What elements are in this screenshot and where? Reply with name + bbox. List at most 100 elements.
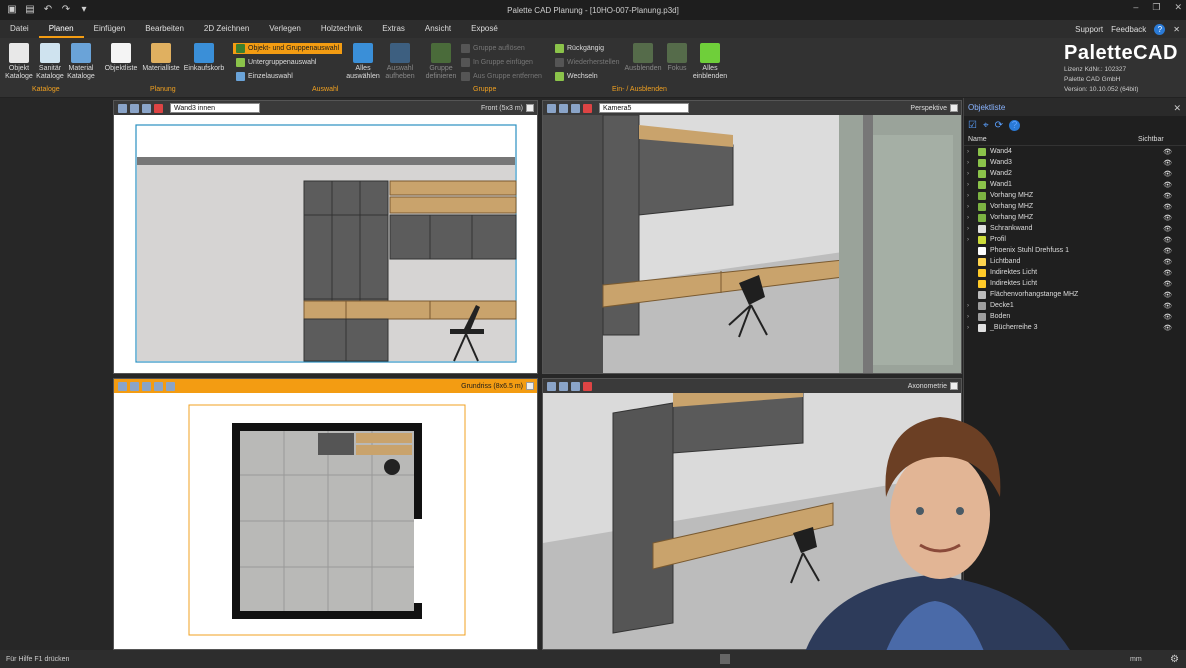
feedback-link[interactable]: Feedback <box>1111 25 1146 34</box>
help-icon[interactable]: ? <box>1009 119 1020 131</box>
help-icon[interactable]: ? <box>1154 23 1166 35</box>
tag-icon[interactable]: ⌖ <box>983 120 989 131</box>
maximize-icon[interactable] <box>950 382 958 390</box>
tree-item[interactable]: › Decke1 👁 <box>964 300 1186 311</box>
close-ribbon-icon[interactable]: ✕ <box>1173 25 1180 34</box>
close-icon[interactable]: ✕ <box>1173 103 1181 114</box>
tree-item[interactable]: › Vorhang MHZ 👁 <box>964 201 1186 212</box>
menu-verlegen[interactable]: Verlegen <box>259 20 311 38</box>
wechseln-button[interactable]: Wechseln <box>555 71 598 82</box>
materialliste-button[interactable]: Materialliste <box>141 43 181 73</box>
objektliste-button[interactable]: Objektliste <box>103 43 139 73</box>
einkaufskorb-button[interactable]: Einkaufskorb <box>182 43 226 73</box>
view-icon[interactable] <box>571 381 580 391</box>
expand-icon[interactable]: › <box>967 160 975 166</box>
camera-icon[interactable] <box>547 103 556 113</box>
alles-einblenden-button[interactable]: Alles einblenden <box>692 43 728 81</box>
support-link[interactable]: Support <box>1075 25 1103 34</box>
checkbox-icon[interactable]: ☑ <box>968 120 977 131</box>
tree-item[interactable]: › Wand1 👁 <box>964 179 1186 190</box>
maximize-icon[interactable] <box>950 104 958 112</box>
alles-auswaehlen-button[interactable]: Alles auswählen <box>345 43 381 81</box>
tree-item[interactable]: › Wand2 👁 <box>964 168 1186 179</box>
eye-icon[interactable]: 👁 <box>1163 159 1172 167</box>
unit-label[interactable]: mm <box>1130 656 1142 663</box>
expand-icon[interactable]: › <box>967 149 975 155</box>
expand-icon[interactable]: › <box>967 325 975 331</box>
column-visible[interactable]: Sichtbar <box>1138 136 1164 143</box>
eye-icon[interactable]: 👁 <box>1163 203 1172 211</box>
grid-toggle-icon[interactable] <box>720 654 730 664</box>
objekt-gruppenauswahl-button[interactable]: Objekt- und Gruppenauswahl <box>233 43 343 54</box>
expand-icon[interactable]: › <box>967 204 975 210</box>
menu-bearbeiten[interactable]: Bearbeiten <box>135 20 194 38</box>
expand-icon[interactable]: › <box>967 237 975 243</box>
wall-select[interactable]: Wand3 innen <box>170 103 260 113</box>
tree-item[interactable]: Indirektes Licht 👁 <box>964 267 1186 278</box>
eye-icon[interactable]: 👁 <box>1163 247 1172 255</box>
expand-icon[interactable]: › <box>967 303 975 309</box>
tree-item[interactable]: › Wand3 👁 <box>964 157 1186 168</box>
pan-icon[interactable] <box>559 381 568 391</box>
viewport-perspektive[interactable]: Kamera5 Perspektive <box>542 100 962 374</box>
zoom-icon[interactable] <box>118 103 127 113</box>
snap-icon[interactable] <box>130 381 139 391</box>
tree-item[interactable]: Lichtband 👁 <box>964 256 1186 267</box>
maximize-icon[interactable] <box>526 382 534 390</box>
viewport-grundriss[interactable]: Grundriss (8x6.5 m) <box>113 378 538 650</box>
aus-gruppe-entfernen-button[interactable]: Aus Gruppe entfernen <box>461 71 542 82</box>
eye-icon[interactable]: 👁 <box>1163 225 1172 233</box>
objekt-kataloge-button[interactable]: Objekt Kataloge <box>5 43 33 81</box>
tree-item[interactable]: › _Bücherreihe 3 👁 <box>964 322 1186 333</box>
expand-icon[interactable]: › <box>967 314 975 320</box>
expand-icon[interactable]: › <box>967 193 975 199</box>
expand-icon[interactable]: › <box>967 226 975 232</box>
viewport-front[interactable]: Wand3 innen Front (5x3 m) <box>113 100 538 374</box>
eye-icon[interactable]: 👁 <box>1163 302 1172 310</box>
eye-icon[interactable]: 👁 <box>1163 269 1172 277</box>
tree-item[interactable]: Phoenix Stuhl Drehfuss 1 👁 <box>964 245 1186 256</box>
color-icon[interactable] <box>583 103 592 113</box>
pan-icon[interactable] <box>130 103 139 113</box>
close-icon[interactable]: ✕ <box>1174 2 1182 13</box>
expand-icon[interactable]: › <box>967 182 975 188</box>
minimize-icon[interactable]: – <box>1133 2 1138 13</box>
color-icon[interactable] <box>583 381 592 391</box>
tree-item[interactable]: › Profil 👁 <box>964 234 1186 245</box>
in-gruppe-einfuegen-button[interactable]: In Gruppe einfügen <box>461 57 533 68</box>
eye-icon[interactable]: 👁 <box>1163 313 1172 321</box>
ausblenden-button[interactable]: Ausblenden <box>623 43 663 73</box>
refresh-icon[interactable]: ⟳ <box>995 120 1003 131</box>
maximize-icon[interactable] <box>526 104 534 112</box>
gruppe-definieren-button[interactable]: Gruppe definieren <box>424 43 458 81</box>
tree-item[interactable]: › Schrankwand 👁 <box>964 223 1186 234</box>
gruppe-aufloesen-button[interactable]: Gruppe auflösen <box>461 43 525 54</box>
menu-2d-zeichnen[interactable]: 2D Zeichnen <box>194 20 259 38</box>
gear-icon[interactable]: ⚙ <box>1170 654 1179 665</box>
eye-icon[interactable]: 👁 <box>1163 236 1172 244</box>
expand-icon[interactable]: › <box>967 215 975 221</box>
grid-icon[interactable] <box>142 381 151 391</box>
menu-holztechnik[interactable]: Holztechnik <box>311 20 372 38</box>
layer-icon[interactable] <box>154 381 163 391</box>
column-name[interactable]: Name <box>968 136 1138 143</box>
zoom-icon[interactable] <box>547 381 556 391</box>
untergruppenauswahl-button[interactable]: Untergruppenauswahl <box>236 57 317 68</box>
eye-icon[interactable]: 👁 <box>1163 280 1172 288</box>
menu-planen[interactable]: Planen <box>38 20 84 38</box>
tree-item[interactable]: › Wand4 👁 <box>964 146 1186 157</box>
view-icon[interactable] <box>571 103 580 113</box>
eye-icon[interactable]: 👁 <box>1163 148 1172 156</box>
fokus-button[interactable]: Fokus <box>665 43 689 73</box>
view-icon[interactable] <box>142 103 151 113</box>
eye-icon[interactable]: 👁 <box>1163 291 1172 299</box>
menu-expose[interactable]: Exposé <box>461 20 508 38</box>
tree-item[interactable]: Flächenvorhangstange MHZ 👁 <box>964 289 1186 300</box>
tree-item[interactable]: › Boden 👁 <box>964 311 1186 322</box>
view-icon[interactable] <box>166 381 175 391</box>
eye-icon[interactable]: 👁 <box>1163 258 1172 266</box>
tree-item[interactable]: Indirektes Licht 👁 <box>964 278 1186 289</box>
pan-icon[interactable] <box>559 103 568 113</box>
eye-icon[interactable]: 👁 <box>1163 192 1172 200</box>
wiederherstellen-button[interactable]: Wiederherstellen <box>555 57 620 68</box>
